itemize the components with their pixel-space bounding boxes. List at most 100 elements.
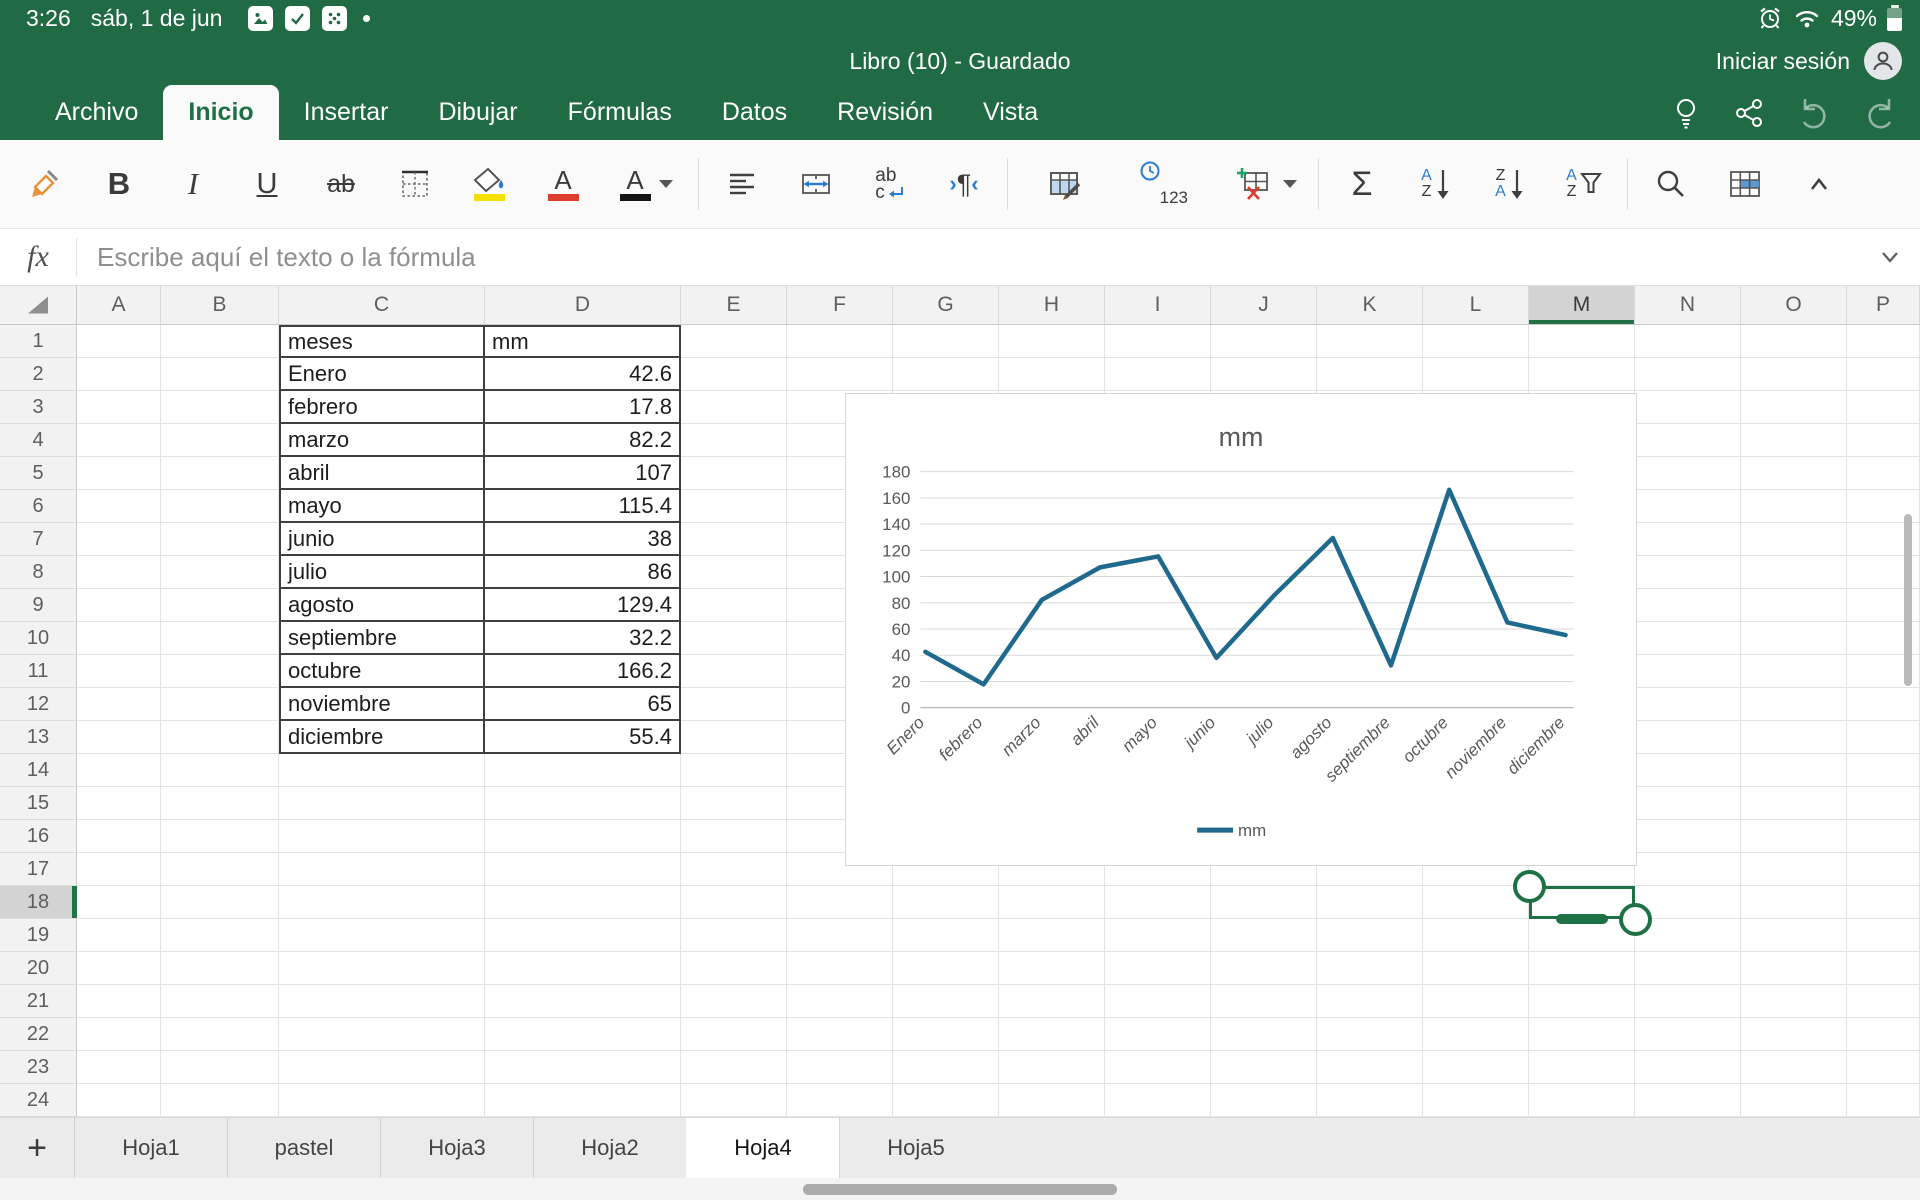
- cell-P12[interactable]: [1847, 688, 1920, 721]
- borders-button[interactable]: [378, 152, 452, 216]
- cell-B17[interactable]: [161, 853, 279, 886]
- cell-B9[interactable]: [161, 589, 279, 622]
- undo-icon[interactable]: [1796, 96, 1832, 130]
- cell-I1[interactable]: [1105, 325, 1211, 358]
- cell-C23[interactable]: [279, 1051, 485, 1084]
- merge-cells-button[interactable]: [779, 152, 853, 216]
- ribbon-tab-dibujar[interactable]: Dibujar: [413, 85, 542, 140]
- cell-A21[interactable]: [77, 985, 161, 1018]
- row-header-23[interactable]: 23: [0, 1051, 77, 1084]
- cell-P2[interactable]: [1847, 358, 1920, 391]
- cell-J22[interactable]: [1211, 1018, 1317, 1051]
- cell-N3[interactable]: [1635, 391, 1741, 424]
- account-avatar[interactable]: [1864, 42, 1902, 80]
- cell-O24[interactable]: [1741, 1084, 1847, 1117]
- cell-K24[interactable]: [1317, 1084, 1423, 1117]
- filter-button[interactable]: AZ: [1547, 152, 1621, 216]
- collapse-ribbon-button[interactable]: [1782, 152, 1856, 216]
- cell-F2[interactable]: [787, 358, 893, 391]
- cell-I23[interactable]: [1105, 1051, 1211, 1084]
- cell-O11[interactable]: [1741, 655, 1847, 688]
- cell-O19[interactable]: [1741, 919, 1847, 952]
- cell-D10[interactable]: 32.2: [485, 622, 681, 655]
- column-header-N[interactable]: N: [1635, 286, 1741, 325]
- cell-E4[interactable]: [681, 424, 787, 457]
- cell-N7[interactable]: [1635, 523, 1741, 556]
- insert-delete-cells-button[interactable]: [1220, 152, 1312, 216]
- cell-J24[interactable]: [1211, 1084, 1317, 1117]
- cell-B10[interactable]: [161, 622, 279, 655]
- cell-A5[interactable]: [77, 457, 161, 490]
- cell-E18[interactable]: [681, 886, 787, 919]
- cell-D4[interactable]: 82.2: [485, 424, 681, 457]
- cell-C16[interactable]: [279, 820, 485, 853]
- vertical-scrollbar[interactable]: [1904, 514, 1912, 686]
- column-header-M[interactable]: M: [1529, 286, 1635, 325]
- cell-D20[interactable]: [485, 952, 681, 985]
- cell-I18[interactable]: [1105, 886, 1211, 919]
- lightbulb-icon[interactable]: [1670, 95, 1702, 131]
- cell-A3[interactable]: [77, 391, 161, 424]
- cell-D18[interactable]: [485, 886, 681, 919]
- cell-K19[interactable]: [1317, 919, 1423, 952]
- ribbon-tab-datos[interactable]: Datos: [697, 85, 812, 140]
- cell-I20[interactable]: [1105, 952, 1211, 985]
- cell-A11[interactable]: [77, 655, 161, 688]
- cell-N22[interactable]: [1635, 1018, 1741, 1051]
- cell-K18[interactable]: [1317, 886, 1423, 919]
- cell-B5[interactable]: [161, 457, 279, 490]
- cell-C22[interactable]: [279, 1018, 485, 1051]
- sheet-tab-hoja1[interactable]: Hoja1: [74, 1118, 227, 1178]
- cell-P5[interactable]: [1847, 457, 1920, 490]
- cell-N12[interactable]: [1635, 688, 1741, 721]
- cell-C17[interactable]: [279, 853, 485, 886]
- cell-C1[interactable]: meses: [279, 325, 485, 358]
- cell-C5[interactable]: abril: [279, 457, 485, 490]
- cell-I2[interactable]: [1105, 358, 1211, 391]
- cell-O9[interactable]: [1741, 589, 1847, 622]
- ribbon-tab-fórmulas[interactable]: Fórmulas: [543, 85, 697, 140]
- cell-I22[interactable]: [1105, 1018, 1211, 1051]
- cell-N6[interactable]: [1635, 490, 1741, 523]
- column-header-P[interactable]: P: [1847, 286, 1920, 325]
- cell-O17[interactable]: [1741, 853, 1847, 886]
- row-header-12[interactable]: 12: [0, 688, 77, 721]
- cell-F20[interactable]: [787, 952, 893, 985]
- cell-O18[interactable]: [1741, 886, 1847, 919]
- cell-D3[interactable]: 17.8: [485, 391, 681, 424]
- row-header-7[interactable]: 7: [0, 523, 77, 556]
- cell-C10[interactable]: septiembre: [279, 622, 485, 655]
- row-header-5[interactable]: 5: [0, 457, 77, 490]
- expand-formula-bar-button[interactable]: [1860, 244, 1920, 270]
- cell-P19[interactable]: [1847, 919, 1920, 952]
- sheet-tab-hoja3[interactable]: Hoja3: [380, 1118, 533, 1178]
- cell-N10[interactable]: [1635, 622, 1741, 655]
- selection-handle-bottom-right[interactable]: [1619, 903, 1652, 936]
- cell-H23[interactable]: [999, 1051, 1105, 1084]
- sheet-tab-hoja5[interactable]: Hoja5: [839, 1118, 992, 1178]
- cell-C4[interactable]: marzo: [279, 424, 485, 457]
- cell-J2[interactable]: [1211, 358, 1317, 391]
- cell-A20[interactable]: [77, 952, 161, 985]
- cell-C7[interactable]: junio: [279, 523, 485, 556]
- cell-E15[interactable]: [681, 787, 787, 820]
- column-header-G[interactable]: G: [893, 286, 999, 325]
- cell-E3[interactable]: [681, 391, 787, 424]
- cell-B21[interactable]: [161, 985, 279, 1018]
- cell-O23[interactable]: [1741, 1051, 1847, 1084]
- cell-C15[interactable]: [279, 787, 485, 820]
- cell-E7[interactable]: [681, 523, 787, 556]
- cell-C9[interactable]: agosto: [279, 589, 485, 622]
- cell-N15[interactable]: [1635, 787, 1741, 820]
- cell-A2[interactable]: [77, 358, 161, 391]
- cell-B1[interactable]: [161, 325, 279, 358]
- cell-A22[interactable]: [77, 1018, 161, 1051]
- cell-E8[interactable]: [681, 556, 787, 589]
- sort-ascending-button[interactable]: AZ: [1399, 152, 1473, 216]
- redo-icon[interactable]: [1862, 96, 1898, 130]
- cell-N5[interactable]: [1635, 457, 1741, 490]
- wrap-text-button[interactable]: ab c: [853, 152, 927, 216]
- column-header-J[interactable]: J: [1211, 286, 1317, 325]
- rainfall-line-chart[interactable]: mm020406080100120140160180Enerofebreroma…: [845, 393, 1637, 866]
- cell-F19[interactable]: [787, 919, 893, 952]
